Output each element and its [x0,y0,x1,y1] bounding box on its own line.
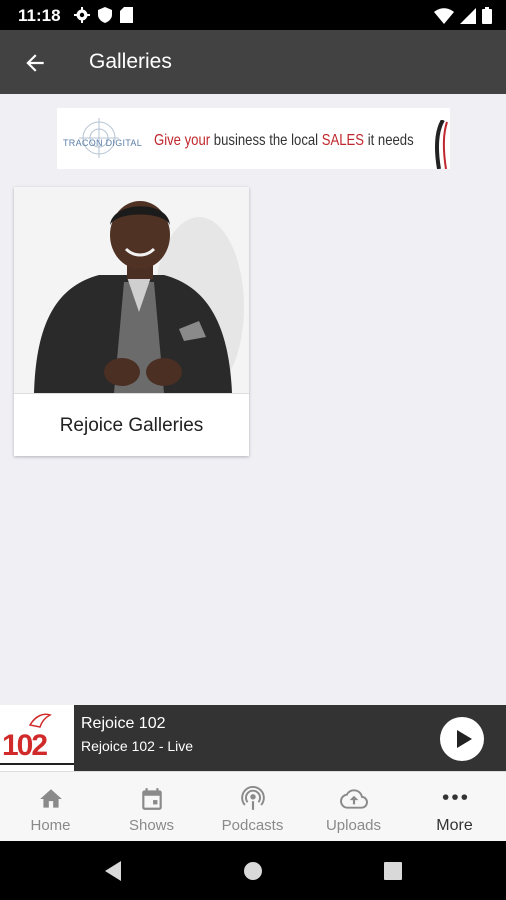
nav-podcasts[interactable]: Podcasts [202,772,303,842]
status-left-icons [74,7,133,23]
battery-icon [482,7,492,24]
gear-icon [74,7,90,23]
system-recents-icon[interactable] [384,862,402,880]
status-right-icons [434,7,492,24]
player-title: Rejoice 102 [81,715,166,732]
station-logo-text: 102 [2,729,48,762]
app-bar: Galleries [0,30,506,94]
podcast-icon [240,786,265,810]
ad-headline: Give your business the local SALES it ne… [154,132,414,150]
back-button[interactable] [22,50,48,76]
ad-graphic-icon [434,120,448,169]
page-title: Galleries [89,50,172,73]
sd-card-icon [120,7,133,23]
ad-brand: TRACON DIGITAL [63,138,143,148]
nav-uploads[interactable]: Uploads [303,772,404,842]
gallery-photo [14,187,249,393]
nav-more[interactable]: More [404,772,505,842]
nav-label-home: Home [30,817,71,834]
signal-icon [460,7,476,24]
wifi-icon [434,7,454,24]
player-subtitle: Rejoice 102 - Live [81,738,194,754]
ad-text-2: business the local [213,132,319,149]
ad-banner[interactable]: TRACON DIGITAL Give your business the lo… [57,108,450,169]
player-bar[interactable]: 102 Rejoice 102 Rejoice 102 - Live [0,705,506,771]
nav-label-more: More [436,817,473,834]
nav-label-uploads: Uploads [325,817,382,834]
status-bar: 11:18 [0,0,506,30]
logo-swoosh [0,763,74,765]
nav-home[interactable]: Home [0,772,101,842]
home-icon [39,789,62,808]
gallery-title: Rejoice Galleries [14,393,249,457]
play-icon [457,730,472,748]
system-back-icon[interactable] [103,860,123,882]
system-home-icon[interactable] [243,861,263,881]
cloud-upload-icon [339,789,368,809]
calendar-icon [141,788,162,810]
nav-shows[interactable]: Shows [101,772,202,842]
man-in-suit-photo [14,187,249,393]
ad-text-1: Give your [154,132,211,149]
gallery-card[interactable]: Rejoice Galleries [14,187,249,456]
ad-text-3: SALES [321,132,365,149]
more-dots-icon [442,794,467,800]
arrow-left-icon [26,54,44,72]
shield-icon [98,7,112,23]
nav-label-podcasts: Podcasts [221,817,284,834]
station-logo: 102 [0,705,74,771]
play-button[interactable] [440,717,484,761]
bottom-nav: Home Shows Podcasts Uploads More [0,771,506,842]
nav-label-shows: Shows [128,817,175,834]
system-nav-bar [0,841,506,900]
status-time: 11:18 [18,6,61,25]
dove-icon [28,713,52,728]
ad-text-4: it needs [367,132,414,149]
